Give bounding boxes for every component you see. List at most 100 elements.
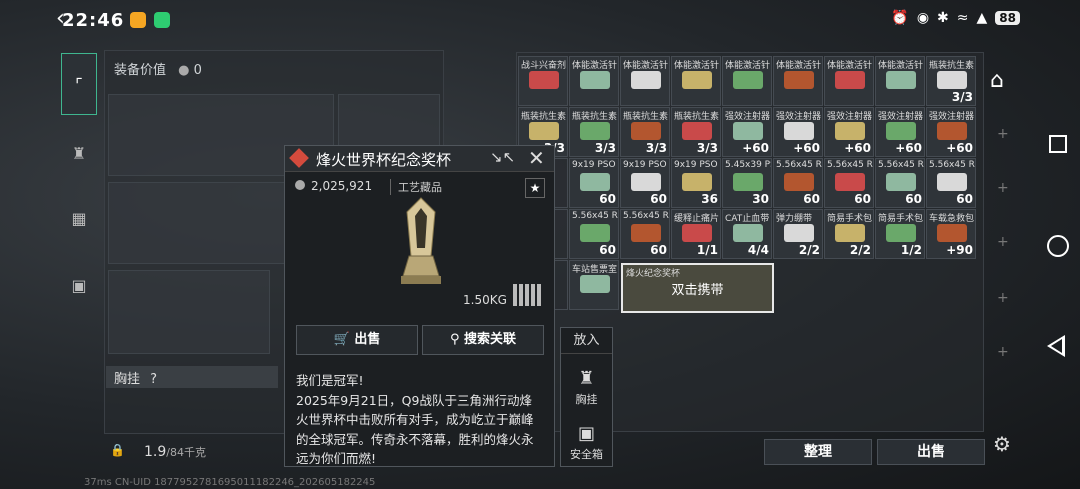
item-image: [835, 71, 865, 89]
item-count: 60: [599, 192, 616, 206]
item-name: 强效注射器: [776, 112, 822, 122]
stash-home-icon[interactable]: ⌂: [990, 68, 1016, 94]
stash-item-cell[interactable]: 5.45x39 PS 30: [722, 158, 772, 208]
item-count: 60: [599, 243, 616, 257]
item-image: [631, 122, 661, 140]
stash-item-cell[interactable]: 体能激活针: [824, 56, 874, 106]
item-count: +60: [793, 141, 820, 155]
favorite-star-icon[interactable]: ★: [525, 178, 545, 198]
stash-item-cell[interactable]: 体能激活针: [671, 56, 721, 106]
stash-item-cell[interactable]: 5.56x45 RFIP 60: [875, 158, 925, 208]
item-image: [835, 173, 865, 191]
stash-item-cell[interactable]: 体能激活针: [569, 56, 619, 106]
item-image: [784, 173, 814, 191]
item-name: 强效注射器: [725, 112, 771, 122]
stash-item-cell[interactable]: 5.56x45 RFIP 60: [824, 158, 874, 208]
organize-button[interactable]: 整理: [764, 439, 872, 465]
add-tab-icon[interactable]: +: [997, 290, 1009, 306]
put-in-safe-box[interactable]: ▣ 安全箱: [561, 423, 612, 462]
add-tab-icon[interactable]: +: [997, 344, 1009, 360]
recents-button[interactable]: [1049, 135, 1067, 153]
stash-item-cell[interactable]: 5.56x45 RFIP 60: [773, 158, 823, 208]
item-name: 车载急救包: [929, 214, 975, 224]
item-count: +60: [895, 141, 922, 155]
stash-item-cell[interactable]: 简易手术包 1/2: [875, 209, 925, 259]
add-tab-icon[interactable]: +: [997, 126, 1009, 142]
rarity-diamond-icon: [289, 148, 309, 168]
popup-header: 烽火世界杯纪念奖杯 ↘↖ ✕: [285, 146, 554, 172]
home-button[interactable]: [1047, 235, 1069, 257]
stash-item-cell[interactable]: 9x19 PSO 60: [620, 158, 670, 208]
stash-item-cell[interactable]: 瓶装抗生素 3/3: [926, 56, 976, 106]
stash-item-cell[interactable]: 缓释止痛片 1/1: [671, 209, 721, 259]
stash-item-cell[interactable]: 车站售票室: [569, 260, 619, 310]
add-tab-icon[interactable]: +: [997, 234, 1009, 250]
stash-item-cell[interactable]: 瓶装抗生素 3/3: [569, 107, 619, 157]
stash-item-cell[interactable]: 体能激活针: [722, 56, 772, 106]
carry-weight: 🔒 1.9/84千克: [104, 437, 284, 467]
item-name: 简易手术包: [827, 214, 873, 224]
help-icon[interactable]: ?: [150, 372, 157, 387]
stash-item-cell[interactable]: 瓶装抗生素 3/3: [620, 107, 670, 157]
cart-icon: 🛒: [333, 332, 355, 347]
close-icon[interactable]: ✕: [528, 146, 545, 170]
gear-icon[interactable]: ⚙: [993, 432, 1011, 456]
search-related-button[interactable]: ⚲ 搜索关联: [422, 325, 544, 355]
stash-item-cell[interactable]: 战斗兴奋剂: [518, 56, 568, 106]
eye-icon: ◉: [916, 10, 930, 26]
trophy-image: [401, 197, 441, 284]
item-count: 4/4: [747, 243, 769, 257]
item-name: 体能激活针: [878, 61, 924, 71]
popup-title: 烽火世界杯纪念奖杯: [316, 151, 452, 169]
stash-item-cell[interactable]: 弹力绷带 2/2: [773, 209, 823, 259]
stash-item-cell[interactable]: 9x19 PSO 60: [569, 158, 619, 208]
add-tab-icon[interactable]: +: [997, 180, 1009, 196]
stash-item-cell[interactable]: 强效注射器 +60: [773, 107, 823, 157]
equipment-value: 装备价值 ● 0: [114, 59, 202, 78]
stash-item-cell[interactable]: 5.56x45 RFIP 60: [926, 158, 976, 208]
item-name: 5.56x45 RFIP: [827, 160, 873, 170]
helmet-slot[interactable]: [108, 270, 270, 354]
sell-bottom-button[interactable]: 出售: [877, 439, 985, 465]
item-name: 简易手术包: [878, 214, 924, 224]
footer-info: 37ms CN-UID 1877952781695011182246_20260…: [84, 477, 376, 488]
item-image: [580, 224, 610, 242]
stash-item-cell[interactable]: 体能激活针: [773, 56, 823, 106]
stash-item-cell[interactable]: 9x19 PSO 36: [671, 158, 721, 208]
description-line: 的全球冠军。传奇永不落幕，胜利的烽火永: [296, 431, 534, 447]
stash-item-cell[interactable]: 强效注射器 +60: [824, 107, 874, 157]
stash-item-cell[interactable]: 体能激活针: [875, 56, 925, 106]
stash-item-cell[interactable]: 强效注射器 +60: [875, 107, 925, 157]
trophy-item[interactable]: 烽火纪念奖杯 双击携带: [621, 263, 774, 313]
stash-item-cell[interactable]: 体能激活针: [620, 56, 670, 106]
item-image: [835, 224, 865, 242]
stash-item-cell[interactable]: 强效注射器 +60: [926, 107, 976, 157]
nav-case[interactable]: ▣: [62, 268, 96, 302]
chest-rig-header[interactable]: 胸挂 ?: [106, 366, 278, 388]
item-image: [835, 122, 865, 140]
shrink-icon[interactable]: ↘↖: [490, 148, 515, 166]
item-name: 强效注射器: [827, 112, 873, 122]
item-image: [937, 122, 967, 140]
stash-item-cell[interactable]: 简易手术包 2/2: [824, 209, 874, 259]
stash-item-cell[interactable]: 瓶装抗生素 3/3: [671, 107, 721, 157]
description-line: 我们是冠军!: [296, 373, 364, 388]
sell-button[interactable]: 🛒 出售: [296, 325, 418, 355]
chest-rig-label: 胸挂: [114, 372, 141, 387]
lock-icon[interactable]: 🔒: [110, 443, 126, 459]
stash-item-cell[interactable]: 5.56x45 RFIP 60: [569, 209, 619, 259]
put-in-chest-rig[interactable]: ♜ 胸挂: [561, 368, 612, 407]
nav-weapons[interactable]: ⌜: [61, 53, 97, 115]
pistol-icon: ⌜: [75, 74, 83, 94]
stash-item-cell[interactable]: 车载急救包 +90: [926, 209, 976, 259]
weight-limit: /84千克: [166, 446, 206, 459]
item-image: [529, 71, 559, 89]
nav-backpack[interactable]: ▦: [62, 201, 96, 235]
item-description: 我们是冠军! 2025年9月21日，Q9战队于三角洲行动烽 火世界杯中击败所有对…: [296, 371, 548, 469]
stash-item-cell[interactable]: 强效注射器 +60: [722, 107, 772, 157]
nav-armor[interactable]: ♜: [62, 136, 96, 170]
item-count: 60: [854, 192, 871, 206]
stash-item-cell[interactable]: CAT止血带 4/4: [722, 209, 772, 259]
stash-item-cell[interactable]: 5.56x45 RFIP 60: [620, 209, 670, 259]
item-count: 30: [752, 192, 769, 206]
